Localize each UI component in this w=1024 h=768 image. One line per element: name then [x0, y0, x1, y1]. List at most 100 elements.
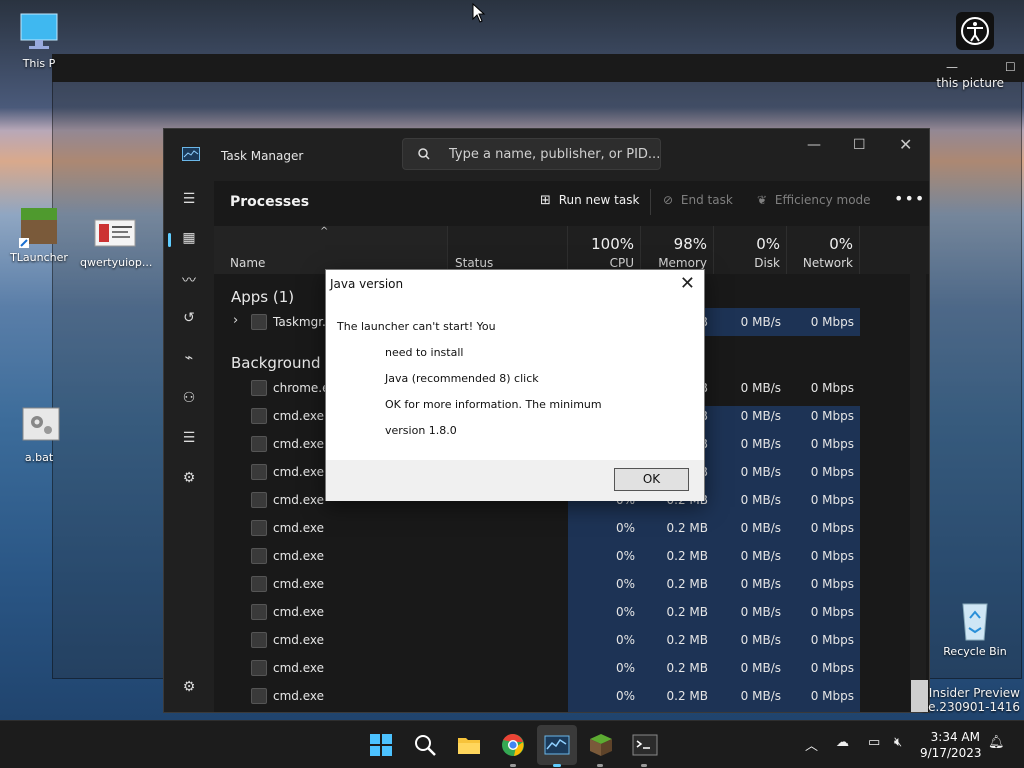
toolbar-divider	[650, 189, 651, 215]
more-options-icon[interactable]: •••	[894, 189, 925, 208]
search-icon	[418, 148, 430, 160]
onedrive-cloud-icon[interactable]: ☁	[836, 735, 849, 750]
table-row[interactable]: cmd.exe 0% 0.2 MB 0 MB/s 0 Mbps	[214, 542, 929, 570]
chevron-right-icon[interactable]: ›	[233, 313, 238, 328]
disk-value: 0 MB/s	[740, 689, 781, 703]
background-window-titlebar	[52, 54, 1024, 82]
watermark-line: Insider Preview	[928, 686, 1020, 700]
process-icon	[251, 464, 267, 480]
process-icon	[251, 408, 267, 424]
group-header-apps[interactable]: Apps (1)	[231, 288, 294, 306]
dialog-close-icon[interactable]: ✕	[680, 273, 695, 294]
table-row[interactable]: cmd.exe 0% 0.2 MB 0 MB/s 0 Mbps	[214, 570, 929, 598]
column-memory[interactable]: 98% Memory	[641, 226, 714, 274]
desktop-icon-tlauncher[interactable]: TLauncher	[4, 204, 74, 264]
process-name: cmd.exe	[273, 633, 325, 647]
windows-start-icon[interactable]	[368, 732, 394, 758]
search-input[interactable]: Type a name, publisher, or PID...	[402, 138, 661, 170]
disk-value: 0 MB/s	[740, 409, 781, 423]
memory-value: 0.2 MB	[666, 689, 708, 703]
performance-icon[interactable]: 〰	[179, 270, 199, 290]
minimize-icon[interactable]: —	[807, 137, 821, 153]
batch-file-gear-icon	[17, 404, 61, 448]
process-icon	[251, 576, 267, 592]
table-row[interactable]: cmd.exe 0% 0.2 MB 0 MB/s 0 Mbps	[214, 598, 929, 626]
cpu-value: 0%	[615, 577, 635, 591]
memory-value: 0.2 MB	[666, 577, 708, 591]
process-icon	[251, 380, 267, 396]
desktop-icon-recycle-bin[interactable]: Recycle Bin	[940, 598, 1010, 658]
settings-gear-icon[interactable]: ⚙	[179, 679, 199, 699]
process-icon	[251, 314, 267, 330]
details-icon[interactable]: ☰	[179, 430, 199, 450]
table-row[interactable]: cmd.exe 0% 0.2 MB 0 MB/s 0 Mbps	[214, 626, 929, 654]
column-status[interactable]: Status	[448, 226, 568, 274]
column-cpu[interactable]: 100% CPU	[568, 226, 641, 274]
recycle-bin-icon	[953, 598, 997, 642]
file-explorer-icon[interactable]	[456, 732, 482, 758]
desktop-icon-label: Recycle Bin	[943, 645, 1007, 658]
background-minimize-icon[interactable]: —	[946, 60, 958, 74]
column-disk[interactable]: 0% Disk	[714, 226, 787, 274]
disk-value: 0 MB/s	[740, 381, 781, 395]
grass-block-icon	[17, 204, 61, 248]
network-value: 0 Mbps	[810, 381, 854, 395]
minecraft-grass-block-icon[interactable]	[588, 732, 614, 758]
efficiency-mode-button[interactable]: ❦ Efficiency mode	[757, 193, 871, 207]
desktop-icon-qwertyuiop[interactable]: qwertyuiop...	[80, 218, 152, 269]
clock-date: 9/17/2023	[920, 746, 982, 760]
column-name[interactable]: ^ Name	[214, 226, 448, 274]
chevron-up-icon[interactable]: ︿	[805, 735, 818, 754]
volume-muted-icon[interactable]: 🔇︎	[894, 735, 902, 750]
scrollbar-thumb[interactable]	[911, 680, 928, 712]
dialog-message-line: The launcher can't start! You	[337, 320, 496, 333]
task-manager-taskbar-icon[interactable]	[544, 732, 570, 758]
chrome-icon[interactable]	[500, 732, 526, 758]
startup-apps-icon[interactable]: ⌁	[179, 350, 199, 370]
dialog-message-line: Java (recommended 8) click	[385, 372, 539, 385]
processes-icon[interactable]: ▦	[179, 230, 199, 250]
group-header-background[interactable]: Background p	[231, 354, 335, 372]
accessibility-icon[interactable]	[956, 12, 994, 50]
memory-value: 0.2 MB	[666, 605, 708, 619]
app-history-icon[interactable]: ↺	[179, 310, 199, 330]
close-icon[interactable]: ✕	[899, 135, 912, 154]
process-name: cmd.exe	[273, 549, 325, 563]
ok-button[interactable]: OK	[614, 468, 689, 491]
process-icon	[251, 632, 267, 648]
partial-desktop-label: this picture	[936, 76, 1004, 90]
insider-preview-watermark: Insider Preview se.230901-1416	[922, 686, 1020, 714]
add-task-icon: ⊞	[540, 193, 551, 208]
desktop-icon-label: TLauncher	[10, 251, 68, 264]
process-icon	[251, 520, 267, 536]
services-icon[interactable]: ⚙	[179, 470, 199, 490]
background-maximize-icon[interactable]: ☐	[1005, 60, 1016, 74]
active-indicator	[168, 233, 171, 247]
desktop-icon-this-pc[interactable]: This P	[4, 10, 74, 70]
dialog-message-line: need to install	[385, 346, 464, 359]
end-task-button[interactable]: ⊘ End task	[663, 193, 733, 207]
desktop-icon-a-bat[interactable]: a.bat	[4, 404, 74, 464]
process-icon	[251, 492, 267, 508]
hamburger-menu-icon[interactable]: ☰	[179, 191, 199, 211]
table-row[interactable]: cmd.exe 0% 0.2 MB 0 MB/s 0 Mbps	[214, 654, 929, 682]
clock[interactable]: 3:34 AM 9/17/2023	[920, 729, 982, 761]
network-value: 0 Mbps	[810, 633, 854, 647]
search-icon[interactable]	[412, 732, 438, 758]
cpu-value: 0%	[615, 605, 635, 619]
watermark-line: se.230901-1416	[921, 700, 1020, 714]
maximize-icon[interactable]: ☐	[853, 137, 866, 153]
notification-bell-icon[interactable]: 🔔︎	[988, 735, 1005, 750]
disk-value: 0 MB/s	[740, 493, 781, 507]
search-placeholder: Type a name, publisher, or PID...	[449, 147, 661, 162]
column-network[interactable]: 0% Network	[787, 226, 860, 274]
users-icon[interactable]: ⚇	[179, 390, 199, 410]
run-new-task-button[interactable]: ⊞ Run new task	[540, 193, 639, 208]
table-row[interactable]: cmd.exe 0% 0.2 MB 0 MB/s 0 Mbps	[214, 514, 929, 542]
table-row[interactable]: cmd.exe 0% 0.2 MB 0 MB/s 0 Mbps	[214, 682, 929, 710]
window-title: Task Manager	[221, 149, 304, 163]
network-icon[interactable]: ▭	[868, 735, 880, 750]
disk-value: 0 MB/s	[740, 465, 781, 479]
terminal-icon[interactable]	[632, 732, 658, 758]
leaf-icon: ❦	[757, 193, 768, 207]
